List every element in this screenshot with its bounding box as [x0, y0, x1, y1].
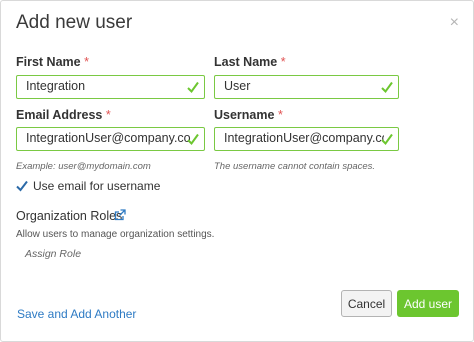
email-label: Email Address * — [16, 108, 111, 122]
check-icon — [187, 81, 199, 94]
last-name-input[interactable] — [224, 79, 374, 93]
last-name-field-wrap — [214, 75, 399, 99]
username-label-text: Username — [214, 108, 275, 122]
assign-role-select[interactable]: Assign Role — [25, 248, 81, 260]
add-user-dialog: Add new user × First Name * Last Name * … — [0, 0, 474, 342]
username-input[interactable] — [224, 131, 384, 145]
first-name-input[interactable] — [26, 79, 176, 93]
check-icon — [381, 81, 393, 94]
external-link-icon[interactable] — [114, 209, 126, 221]
save-and-add-another-link[interactable]: Save and Add Another — [17, 307, 136, 321]
email-input[interactable] — [26, 131, 191, 145]
email-hint: Example: user@mydomain.com — [16, 161, 151, 172]
required-mark: * — [277, 108, 283, 122]
username-field-wrap — [214, 127, 399, 151]
checkbox-checked-icon[interactable] — [16, 180, 28, 192]
check-icon — [187, 133, 199, 146]
first-name-field-wrap — [16, 75, 205, 99]
required-mark: * — [84, 55, 89, 69]
check-icon — [381, 133, 393, 146]
cancel-button[interactable]: Cancel — [341, 290, 392, 317]
close-icon[interactable]: × — [450, 14, 459, 32]
org-roles-title: Organization Roles — [16, 209, 123, 223]
required-mark: * — [280, 55, 286, 69]
last-name-label: Last Name * — [214, 55, 286, 69]
first-name-label-text: First Name — [16, 55, 81, 69]
dialog-title: Add new user — [16, 12, 133, 33]
required-mark: * — [105, 108, 111, 122]
last-name-label-text: Last Name — [214, 55, 278, 69]
use-email-checkbox-label: Use email for username — [33, 179, 161, 193]
username-hint: The username cannot contain spaces. — [214, 161, 376, 172]
username-label: Username * — [214, 108, 283, 122]
add-user-button[interactable]: Add user — [397, 290, 459, 317]
first-name-label: First Name * — [16, 55, 89, 69]
email-label-text: Email Address — [16, 108, 103, 122]
org-roles-description: Allow users to manage organization setti… — [16, 229, 215, 240]
email-field-wrap — [16, 127, 205, 151]
